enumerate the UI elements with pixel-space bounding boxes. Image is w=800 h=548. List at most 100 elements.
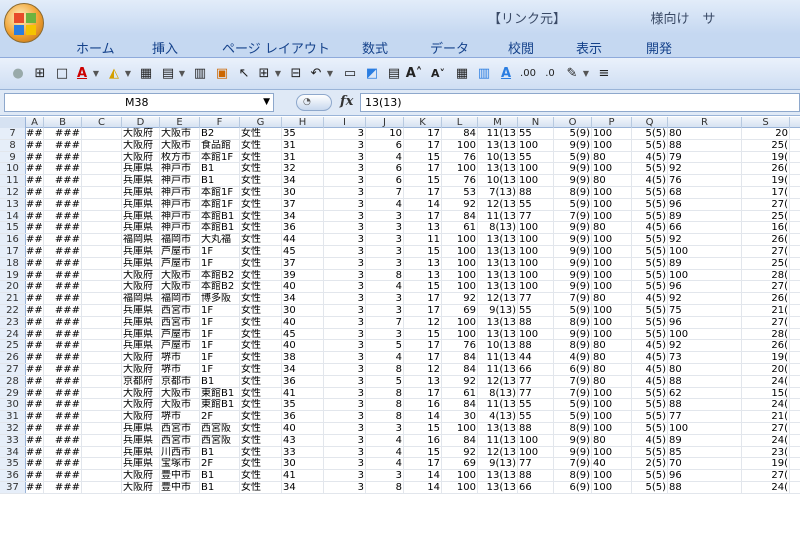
row-header[interactable]: 18 [0,257,26,269]
cell-p[interactable]: 80 [592,340,632,352]
row-header[interactable]: 37 [0,482,26,493]
cell-d[interactable]: 兵庫県 [122,328,160,340]
cell-f[interactable]: B1 [200,446,240,458]
cell-o[interactable]: 9(9) [554,281,592,293]
cell-g[interactable]: 女性 [240,470,282,481]
cell-m[interactable]: 12(13 [478,375,518,387]
cell-j[interactable]: 8 [366,364,404,375]
row-header[interactable]: 17 [0,246,26,257]
increase-font-icon[interactable]: A˄ [404,64,424,84]
cell-e[interactable]: 西宮市 [160,434,200,446]
cell-n[interactable]: 100 [518,139,554,151]
cell-j[interactable]: 4 [366,198,404,210]
cell-l[interactable]: 84 [442,364,478,375]
cell-e[interactable]: 神戸市 [160,175,200,186]
cell-l[interactable]: 69 [442,458,478,470]
cell-d[interactable]: 兵庫県 [122,222,160,234]
cell-j[interactable]: 3 [366,246,404,257]
cell-b[interactable]: ### [44,470,82,481]
row-header[interactable]: 8 [0,139,26,151]
cell-c[interactable] [82,198,122,210]
cell-o[interactable]: 9(9) [554,257,592,269]
cell-d[interactable]: 兵庫県 [122,257,160,269]
cell-q[interactable]: 5(5) [632,281,668,293]
column-header-p[interactable]: P [592,117,632,128]
cell-k[interactable]: 14 [404,470,442,481]
cell-i[interactable]: 3 [324,234,366,245]
cell-a[interactable]: ### [26,234,44,245]
cell-r[interactable]: 88 [668,482,742,493]
cell-m[interactable]: 10(13 [478,175,518,186]
insert-function-icon[interactable]: fx [340,94,353,109]
cell-i[interactable]: 3 [324,305,366,316]
cell-e[interactable]: 川西市 [160,446,200,458]
cell-q[interactable]: 4(5) [632,293,668,304]
cell-s[interactable]: 15( [742,387,790,399]
cell-o[interactable]: 5(9) [554,399,592,411]
cell-n[interactable]: 77 [518,387,554,399]
cell-b[interactable]: ### [44,328,82,340]
cell-m[interactable]: 13(13 [478,257,518,269]
cell-r[interactable]: 96 [668,198,742,210]
cell-d[interactable]: 兵庫県 [122,305,160,316]
cell-k[interactable]: 17 [404,163,442,175]
textbox-icon[interactable]: ▭ [340,64,360,84]
cell-a[interactable]: ### [26,293,44,304]
cell-c[interactable] [82,151,122,163]
column-header-h[interactable]: H [282,117,324,128]
cell-k[interactable]: 14 [404,198,442,210]
cell-r[interactable]: 85 [668,446,742,458]
cell-p[interactable]: 40 [592,458,632,470]
cell-p[interactable]: 80 [592,375,632,387]
cell-p[interactable]: 100 [592,281,632,293]
cell-j[interactable]: 3 [366,257,404,269]
cell-s[interactable]: 21( [742,305,790,316]
cell-s[interactable]: 19( [742,151,790,163]
table-icon[interactable]: ▦ [136,64,156,84]
cell-m[interactable]: 10(13 [478,151,518,163]
cell-e[interactable]: 京都市 [160,375,200,387]
row-header[interactable]: 31 [0,411,26,422]
cell-g[interactable]: 女性 [240,234,282,245]
cell-o[interactable]: 8(9) [554,187,592,198]
cell-a[interactable]: ### [26,352,44,363]
cell-s[interactable]: 26( [742,234,790,245]
cell-h[interactable]: 41 [282,387,324,399]
cell-b[interactable]: ### [44,364,82,375]
cell-r[interactable]: 92 [668,340,742,352]
cell-s[interactable]: 27( [742,470,790,481]
cell-k[interactable]: 17 [404,458,442,470]
cell-q[interactable]: 4(5) [632,434,668,446]
cell-a[interactable]: ### [26,187,44,198]
cell-i[interactable]: 3 [324,340,366,352]
cell-d[interactable]: 大阪府 [122,128,160,139]
cell-j[interactable]: 3 [366,470,404,481]
select-pointer-icon[interactable]: ↖ [234,64,254,84]
cell-q[interactable]: 5(5) [632,328,668,340]
cell-a[interactable]: ### [26,257,44,269]
cell-e[interactable]: 神戸市 [160,187,200,198]
font-color-icon[interactable]: A [72,64,92,84]
cell-j[interactable]: 3 [366,305,404,316]
cell-q[interactable]: 4(5) [632,364,668,375]
cell-g[interactable]: 女性 [240,399,282,411]
cell-i[interactable]: 3 [324,399,366,411]
row-header[interactable]: 15 [0,222,26,233]
tab-page-layout[interactable]: ページ レイアウト [222,38,330,57]
cell-h[interactable]: 34 [282,210,324,222]
cell-q[interactable]: 4(5) [632,151,668,163]
row-header[interactable]: 33 [0,434,26,446]
cell-b[interactable]: ### [44,340,82,352]
cell-n[interactable]: 55 [518,128,554,139]
cell-r[interactable]: 62 [668,387,742,399]
cell-c[interactable] [82,387,122,399]
cell-d[interactable]: 兵庫県 [122,434,160,446]
font-color-blue-icon[interactable]: A [496,64,516,84]
cell-e[interactable]: 神戸市 [160,222,200,234]
cell-l[interactable]: 100 [442,246,478,257]
cell-q[interactable]: 4(5) [632,375,668,387]
cell-i[interactable]: 3 [324,387,366,399]
cell-o[interactable]: 9(9) [554,222,592,234]
undo-dropdown-icon[interactable]: ▼ [326,64,334,84]
cell-a[interactable]: ### [26,411,44,422]
